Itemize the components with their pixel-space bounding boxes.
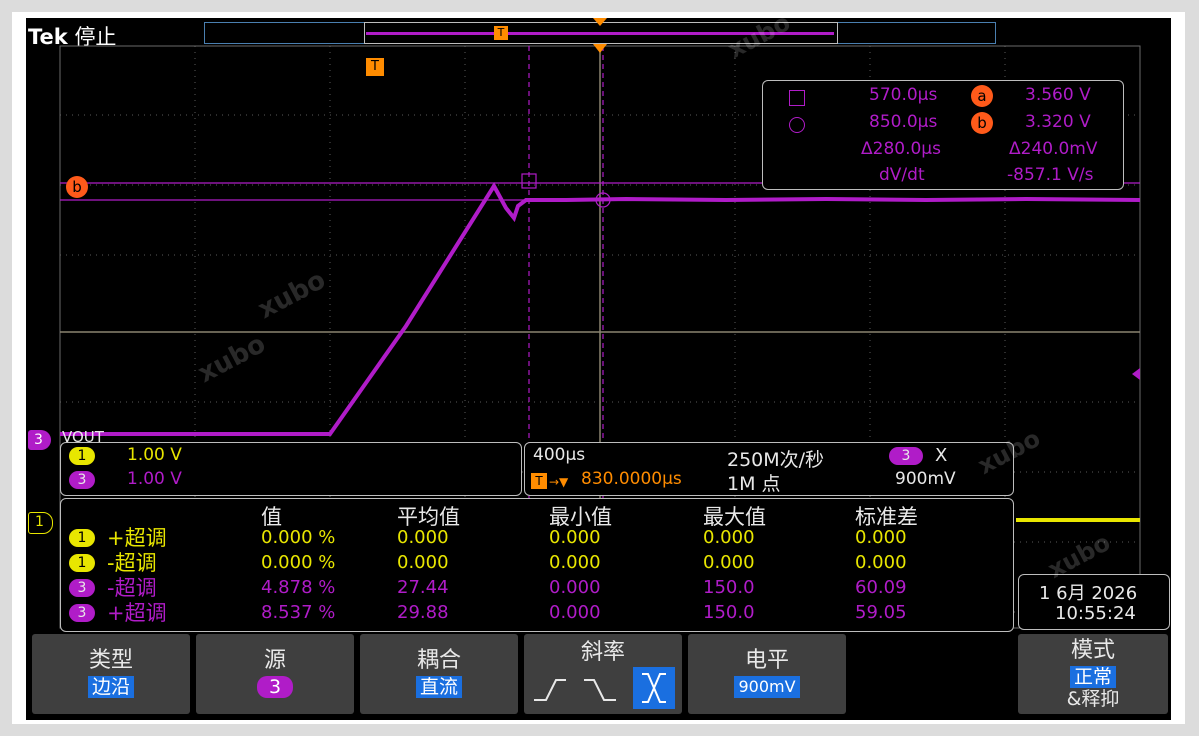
timebase: 400μs	[533, 445, 586, 465]
channel-scale-panel[interactable]: 1 1.00 V 3 1.00 V	[60, 442, 522, 496]
type-title: 类型	[88, 648, 133, 673]
record-length: 1M 点	[727, 473, 781, 495]
row-measurement-name: -超调	[107, 551, 157, 575]
source-title: 源	[263, 648, 286, 673]
falling-slope-icon[interactable]	[580, 672, 620, 706]
row-std: 0.000	[855, 552, 907, 573]
cursor-readout-panel: 570.0μs a 3.560 V 850.0μs b 3.320 V Δ280…	[762, 80, 1124, 190]
row-mean: 0.000	[397, 552, 449, 573]
row-channel-badge: 1	[69, 529, 95, 547]
row-value: 4.878 %	[261, 577, 336, 598]
row-value: 0.000 %	[261, 552, 336, 573]
cursor-a-square-icon	[789, 90, 805, 106]
source-softkey[interactable]: 源 3	[196, 634, 354, 714]
cursor-a-marker[interactable]: b	[66, 176, 88, 198]
level-value: 900mV	[734, 676, 800, 698]
ch3-scale: 1.00 V	[127, 469, 182, 489]
dvdt-label: dV/dt	[879, 165, 925, 185]
rising-slope-icon[interactable]	[530, 672, 570, 706]
row-max: 150.0	[703, 602, 755, 623]
oscilloscope-screen: Tek 停止 T b T 3 VOUT 1 570.0μs a 3.560 V …	[26, 18, 1171, 720]
row-measurement-name: +超调	[107, 601, 167, 625]
row-min: 0.000	[549, 602, 601, 623]
level-title: 电平	[744, 648, 789, 673]
cursor-a-time: 570.0μs	[869, 85, 938, 105]
dvdt-value: -857.1 V/s	[1007, 165, 1094, 185]
type-softkey[interactable]: 类型 边沿	[32, 634, 190, 714]
row-min: 0.000	[549, 552, 601, 573]
either-slope-icon[interactable]	[632, 666, 676, 710]
row-std: 60.09	[855, 577, 907, 598]
row-mean: 27.44	[397, 577, 449, 598]
row-min: 0.000	[549, 527, 601, 548]
cursor-delta-voltage: Δ240.0mV	[1009, 139, 1098, 159]
trigger-position-arrow: →▼	[549, 475, 569, 489]
row-channel-badge: 3	[69, 604, 95, 622]
slope-softkey[interactable]: 斜率	[524, 634, 682, 714]
acquisition-panel[interactable]: 400μs 250M次/秒 3 X T →▼ 830.0000μs 1M 点 9…	[524, 442, 1014, 496]
ch3-offset-arrow-right	[1132, 368, 1140, 380]
date: 1 6月 2026	[1039, 583, 1138, 604]
cursor-b-tag: b	[971, 112, 993, 134]
measurement-panel[interactable]: 值 平均值 最小值 最大值 标准差 1 +超调 0.000 % 0.000 0.…	[60, 498, 1014, 632]
row-min: 0.000	[549, 577, 601, 598]
datetime-panel[interactable]: 1 6月 2026 10:55:24	[1018, 574, 1170, 630]
ch1-ground-marker[interactable]: 1	[28, 512, 53, 534]
row-std: 59.05	[855, 602, 907, 623]
ch1-scale: 1.00 V	[127, 445, 182, 465]
row-value: 0.000 %	[261, 527, 336, 548]
cursor-b-voltage: 3.320 V	[1025, 112, 1091, 132]
trigger-position: 830.0000μs	[581, 469, 682, 489]
cursor-delta-time: Δ280.0μs	[861, 139, 941, 159]
coupling-title: 耦合	[416, 648, 461, 673]
time: 10:55:24	[1055, 603, 1136, 624]
row-mean: 29.88	[397, 602, 449, 623]
trigger-slope-icon: X	[935, 445, 948, 466]
trigger-time-arrow	[593, 44, 607, 53]
trigger-source-badge: 3	[889, 447, 923, 465]
mode-softkey[interactable]: 模式 正常 &释抑	[1018, 634, 1168, 714]
cursor-a-voltage: 3.560 V	[1025, 85, 1091, 105]
row-channel-badge: 3	[69, 579, 95, 597]
row-measurement-name: -超调	[107, 576, 157, 600]
mode-value: 正常	[1069, 666, 1116, 688]
row-max: 0.000	[703, 552, 755, 573]
row-value: 8.537 %	[261, 602, 336, 623]
row-measurement-name: +超调	[107, 526, 167, 550]
row-mean: 0.000	[397, 527, 449, 548]
trigger-time-marker[interactable]: T	[366, 58, 384, 76]
type-value: 边沿	[87, 676, 134, 698]
row-max: 150.0	[703, 577, 755, 598]
mode-sub: &释抑	[1066, 688, 1120, 710]
row-channel-badge: 1	[69, 554, 95, 572]
row-std: 0.000	[855, 527, 907, 548]
cursor-b-circle-icon	[789, 117, 805, 133]
row-max: 0.000	[703, 527, 755, 548]
trigger-position-icon: T	[531, 473, 547, 489]
slope-title: 斜率	[580, 640, 625, 665]
sample-rate: 250M次/秒	[727, 449, 825, 471]
ch1-badge: 1	[69, 447, 95, 465]
level-softkey[interactable]: 电平 900mV	[688, 634, 846, 714]
source-value: 3	[256, 676, 294, 698]
ch3-badge: 3	[69, 471, 95, 489]
trigger-level: 900mV	[895, 469, 956, 489]
cursor-b-time: 850.0μs	[869, 112, 938, 132]
coupling-softkey[interactable]: 耦合 直流	[360, 634, 518, 714]
coupling-value: 直流	[415, 676, 462, 698]
ch3-ground-marker[interactable]: 3	[28, 430, 51, 450]
mode-title: 模式	[1070, 638, 1115, 663]
cursor-a-tag: a	[971, 85, 993, 107]
